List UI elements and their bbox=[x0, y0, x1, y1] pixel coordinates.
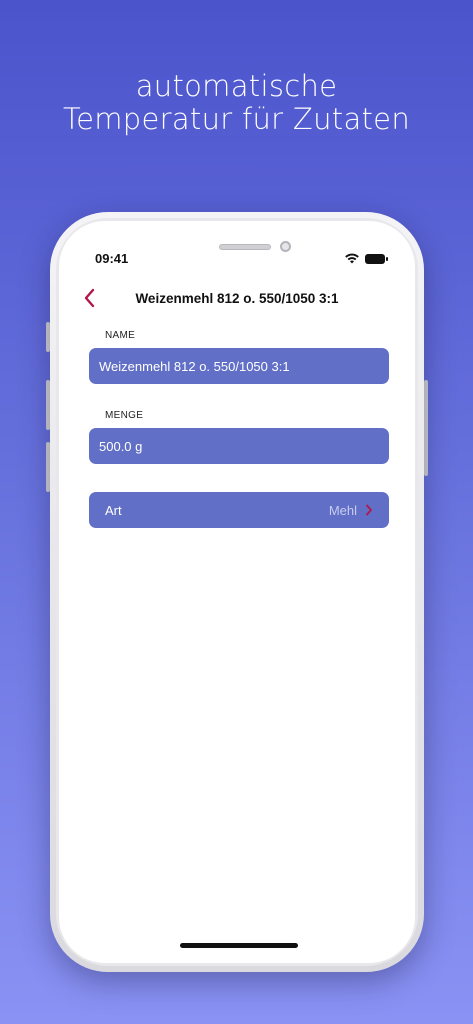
phone-screen: 09:41 Weizenmehl 812 o. 550/1050 3:1 NAM… bbox=[59, 221, 415, 963]
menge-field[interactable]: 500.0 g bbox=[89, 428, 389, 464]
promo-line-1: automatische bbox=[135, 69, 338, 103]
status-icons bbox=[345, 253, 388, 264]
name-field[interactable]: Weizenmehl 812 o. 550/1050 3:1 bbox=[89, 348, 389, 384]
status-time: 09:41 bbox=[95, 251, 129, 266]
speaker-grille bbox=[219, 244, 271, 250]
art-row[interactable]: Art Mehl bbox=[89, 492, 389, 528]
home-indicator[interactable] bbox=[180, 943, 298, 948]
art-label: Art bbox=[105, 502, 122, 518]
front-camera bbox=[280, 241, 291, 252]
phone-frame: 09:41 Weizenmehl 812 o. 550/1050 3:1 NAM… bbox=[50, 212, 424, 972]
art-value: Mehl bbox=[328, 502, 357, 518]
battery-icon bbox=[365, 253, 388, 264]
promo-headline: automatische Temperatur für Zutaten bbox=[0, 70, 473, 136]
page-title: Weizenmehl 812 o. 550/1050 3:1 bbox=[135, 291, 339, 306]
navigation-bar: Weizenmehl 812 o. 550/1050 3:1 bbox=[59, 281, 415, 317]
menge-label: MENGE bbox=[105, 410, 144, 421]
chevron-right-icon bbox=[366, 504, 372, 516]
wifi-icon bbox=[345, 253, 359, 264]
name-label: NAME bbox=[105, 330, 136, 341]
promo-line-2: Temperatur für Zutaten bbox=[62, 102, 411, 136]
power-button bbox=[424, 380, 428, 476]
